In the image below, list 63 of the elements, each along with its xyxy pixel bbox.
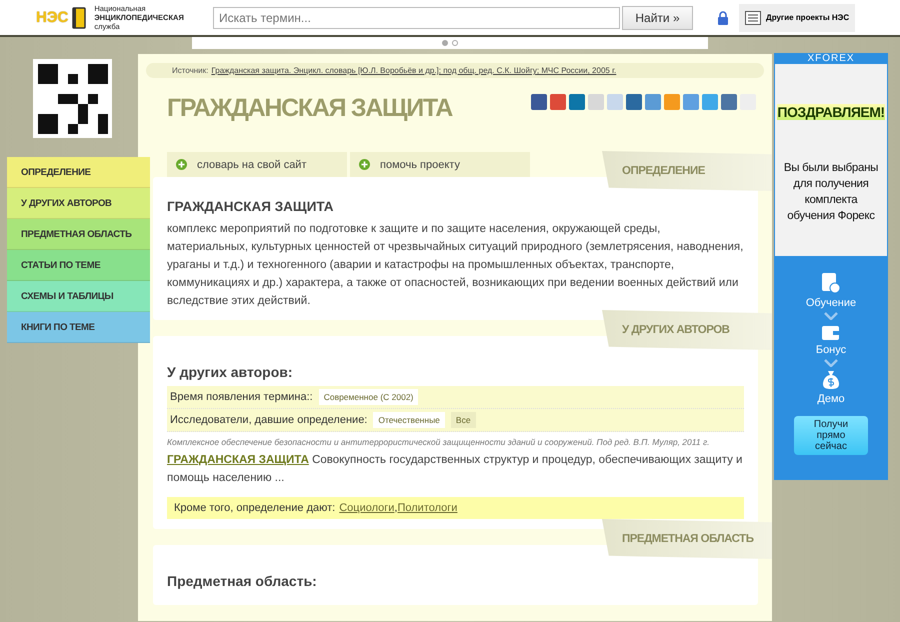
filter-option[interactable]: Современное (С 2002) xyxy=(318,389,418,405)
section-heading: Предметная область: xyxy=(167,573,318,589)
share-icon[interactable] xyxy=(721,94,737,110)
section-heading: ГРАЖДАНСКАЯ ЗАЩИТА xyxy=(167,199,335,214)
share-icon[interactable] xyxy=(550,94,566,110)
ad-step-label: Обучение xyxy=(806,297,856,309)
author-link[interactable]: Социологи xyxy=(339,502,394,514)
comma: , xyxy=(394,502,398,514)
ad-step-label: Бонус xyxy=(816,344,846,356)
sidebar-item[interactable]: КНИГИ ПО ТЕМЕ xyxy=(7,312,150,343)
author-link[interactable]: Политологи xyxy=(397,502,458,514)
share-icon[interactable] xyxy=(683,94,699,110)
carousel-dot[interactable] xyxy=(442,40,448,46)
ad-step-label: Демо xyxy=(817,393,845,405)
source-label: Источник: xyxy=(172,66,208,75)
book-icon xyxy=(72,6,86,28)
sidebar-item[interactable]: ПРЕДМЕТНАЯ ОБЛАСТЬ xyxy=(7,219,150,250)
also-label: Кроме того, определение дают: xyxy=(174,502,336,514)
share-icon[interactable] xyxy=(626,94,642,110)
share-icon[interactable] xyxy=(531,94,547,110)
section-ribbon: У ДРУГИХ АВТОРОВ xyxy=(602,310,772,350)
page-title: ГРАЖДАНСКАЯ ЗАЩИТА xyxy=(167,94,452,124)
definition-text: комплекс мероприятий по подготовке к защите и по защите населения, окружающей среды, материальных, культурных ценностей от чрезвычайных ситуаций природного (землетрясения, наводнения, ураганы и т.д.) и техногенного (аварии и катастрофы на промышленных объектах, транспорте, коммуникациях и др.) характера, а также от опасностей, возникающих при ведении военных действий или вследствие этих действий. xyxy=(167,222,744,309)
ad-cta-button[interactable]: Получи прямо сейчас xyxy=(794,416,868,455)
search-field[interactable]: Искать термин... xyxy=(213,6,620,28)
section-heading: У других авторов: xyxy=(167,364,294,380)
plus-icon xyxy=(359,159,370,170)
entry-text: ГРАЖДАНСКАЯ ЗАЩИТА Совокупность государственных структур и процедур, обеспечивающих защиту и помощь населению ... xyxy=(167,453,744,486)
chevron-down-icon xyxy=(824,359,838,367)
money-bag-icon xyxy=(822,370,840,390)
filter-option[interactable]: Все xyxy=(450,412,476,428)
sidebar-item[interactable]: У ДРУГИХ АВТОРОВ xyxy=(7,188,150,219)
section-ribbon: ОПРЕДЕЛЕНИЕ xyxy=(602,151,772,191)
ad-text: Вы были выбраны для получения комплекта обучения Форекс xyxy=(782,161,880,224)
carousel-dot[interactable] xyxy=(452,40,458,46)
sidebar-item[interactable]: СХЕМЫ И ТАБЛИЦЫ xyxy=(7,281,150,312)
sidebar-item[interactable]: СТАТЬИ ПО ТЕМЕ xyxy=(7,250,150,281)
lock-icon[interactable] xyxy=(717,10,729,24)
qr-code-icon xyxy=(33,59,112,138)
share-icon[interactable] xyxy=(588,94,604,110)
tab[interactable]: помочь проекту xyxy=(350,152,530,177)
projects-button[interactable]: Другие проекты НЭС xyxy=(739,4,856,32)
filter-label: Время появления термина:: xyxy=(170,391,313,403)
share-icon[interactable] xyxy=(569,94,585,110)
share-icon[interactable] xyxy=(645,94,661,110)
chevron-down-icon xyxy=(824,312,838,320)
source-link[interactable]: Гражданская защита. Энцикл. словарь [Ю.Л. Воробьёв и др.]; под общ. ред. С.К. Шойгу; МЧС России, 2005 г. xyxy=(211,66,616,75)
list-icon xyxy=(745,10,761,24)
citation-text: Комплексное обеспечение безопасности и антитеррористической защищенности зданий и сооружений. Под ред. В.П. Муляр, 2011 г. xyxy=(167,436,710,449)
share-icon[interactable] xyxy=(702,94,718,110)
plus-icon xyxy=(176,159,187,170)
share-icon[interactable] xyxy=(664,94,680,110)
search-button[interactable]: Найти » xyxy=(622,6,693,30)
book-icon xyxy=(821,272,841,294)
term-link[interactable]: ГРАЖДАНСКАЯ ЗАЩИТА xyxy=(167,454,309,466)
ad-headline: ПОЗДРАВЛЯЕМ! xyxy=(777,104,885,120)
share-icon[interactable] xyxy=(607,94,623,110)
sidebar-item[interactable]: ОПРЕДЕЛЕНИЕ xyxy=(7,157,150,188)
section-ribbon: ПРЕДМЕТНАЯ ОБЛАСТЬ xyxy=(602,519,772,559)
filter-option[interactable]: Отечественные xyxy=(373,412,445,428)
wallet-icon xyxy=(821,323,841,341)
tab[interactable]: словарь на свой сайт xyxy=(167,152,347,177)
filter-label: Исследователи, давшие определение: xyxy=(170,414,368,426)
